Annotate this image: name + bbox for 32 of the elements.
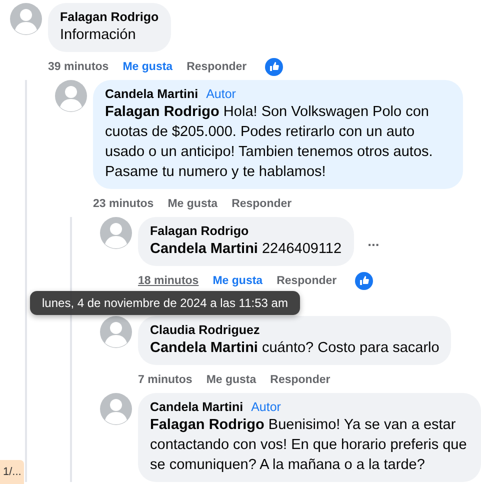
avatar-icon — [100, 316, 132, 348]
timestamp-link[interactable]: 18 minutos — [138, 274, 199, 288]
like-link[interactable]: Me gusta — [206, 373, 256, 387]
more-button[interactable]: ... — [368, 231, 380, 252]
date-tooltip: lunes, 4 de noviembre de 2024 a las 11:53 am — [30, 291, 300, 315]
timestamp-link[interactable]: 39 minutos — [48, 60, 109, 74]
author-name: Falagan Rodrigo — [60, 10, 159, 24]
like-link[interactable]: Me gusta — [168, 197, 218, 211]
author-name: Candela Martini — [150, 400, 244, 414]
author-name: Falagan Rodrigo — [150, 224, 249, 238]
reply-link[interactable]: Responder — [186, 60, 247, 74]
comment-text: Falagan Rodrigo Buenisimo! Ya se van a estar contactando con vos! En que horario preferis que se comuniquen? A la mañana o a la tarde? — [150, 416, 468, 475]
author-label: Autor — [206, 87, 236, 101]
author-name: Claudia Rodriguez — [150, 323, 260, 337]
avatar-icon — [55, 80, 87, 112]
reply-link[interactable]: Responder — [276, 274, 337, 288]
comment-text: Candela Martini 2246409112 — [150, 240, 342, 259]
timestamp-link[interactable]: 23 minutos — [93, 197, 154, 211]
reply-link[interactable]: Responder — [270, 373, 330, 387]
like-link[interactable]: Me gusta — [122, 60, 173, 74]
author-label: Autor — [251, 400, 281, 414]
comment-text: Falagan Rodrigo Hola! Son Volkswagen Polo con cuotas de $205.000. Podes retirarlo con un auto usado o un anticipo! Tambien tenemos otros autos. Pasame tu numero y te hablamos! — [105, 103, 434, 182]
avatar-icon — [10, 3, 42, 35]
like-link[interactable]: Me gusta — [212, 274, 263, 288]
author-name: Candela Martini — [105, 87, 198, 101]
reply-link[interactable]: Responder — [232, 197, 292, 211]
comment-text: Candela Martini cuánto? Costo para sacarlo — [150, 339, 440, 358]
avatar-icon — [100, 393, 132, 425]
comment-text: Información — [60, 26, 137, 45]
page-indicator: 1/... — [0, 460, 24, 484]
timestamp-link[interactable]: 7 minutos — [138, 373, 192, 387]
avatar-icon — [100, 217, 132, 249]
